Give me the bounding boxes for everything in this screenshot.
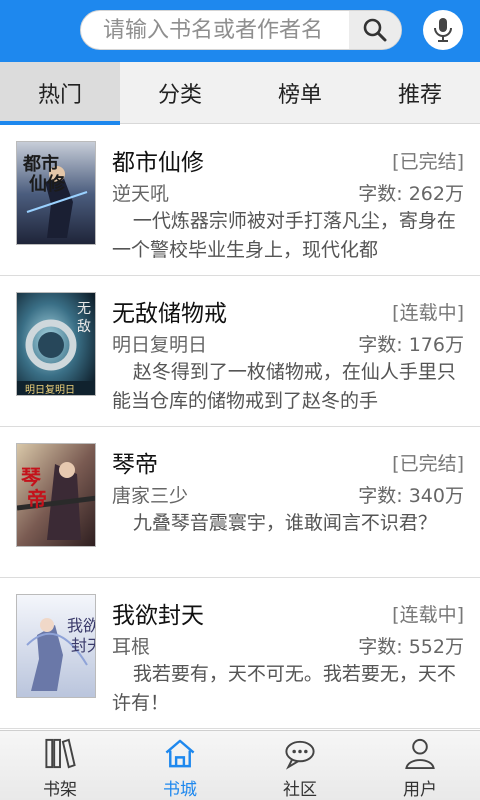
svg-text:琴: 琴 xyxy=(21,465,42,489)
book-word-count: 字数: 262万 xyxy=(358,183,464,205)
nav-user[interactable]: 用户 xyxy=(360,731,480,800)
category-tabs: 热门 分类 榜单 推荐 xyxy=(0,62,480,125)
nav-label: 社区 xyxy=(283,780,317,800)
book-list-item[interactable]: 琴 帝 琴帝 [已完结] 唐家三少 字数: 340万 九叠琴音震寰宇，谁敢闻言不… xyxy=(0,427,480,578)
svg-text:帝: 帝 xyxy=(27,487,47,511)
book-cover: 琴 帝 xyxy=(16,443,96,547)
svg-text:无: 无 xyxy=(77,301,91,317)
nav-label: 书城 xyxy=(163,780,197,800)
tab-hot[interactable]: 热门 xyxy=(0,62,120,125)
nav-label: 书架 xyxy=(43,780,77,800)
book-word-count: 字数: 552万 xyxy=(358,636,464,658)
book-cover: 都市 仙修 xyxy=(16,141,96,245)
book-title: 无敌储物戒 xyxy=(112,301,227,327)
svg-text:都市: 都市 xyxy=(22,153,59,175)
svg-text:敌: 敌 xyxy=(77,319,91,335)
nav-bookstore[interactable]: 书城 xyxy=(120,731,240,800)
book-description: 我若要有，天不可无。我若要无，天不许有！ xyxy=(112,663,456,714)
book-author: 耳根 xyxy=(112,636,151,658)
voice-search-button[interactable] xyxy=(423,10,463,50)
book-status: [连载中] xyxy=(392,604,464,626)
book-status: [已完结] xyxy=(392,151,464,173)
svg-text:封天: 封天 xyxy=(71,636,96,655)
svg-text:仙修: 仙修 xyxy=(29,173,66,195)
svg-text:我欲: 我欲 xyxy=(67,616,96,635)
book-description: 九叠琴音震寰宇，谁敢闻言不识君？ xyxy=(132,512,437,534)
nav-label: 用户 xyxy=(403,780,437,800)
search-input[interactable] xyxy=(81,11,349,49)
book-title: 都市仙修 xyxy=(112,150,204,176)
search-button[interactable] xyxy=(349,11,401,49)
bookshelf-icon xyxy=(45,738,76,769)
tab-ranking[interactable]: 榜单 xyxy=(240,62,360,124)
book-description: 赵冬得到了一枚储物戒，在仙人手里只能当仓库的储物戒到了赵冬的手 xyxy=(112,361,456,412)
home-icon xyxy=(165,739,195,768)
svg-text:明日复明日: 明日复明日 xyxy=(25,383,75,396)
user-icon xyxy=(405,738,435,770)
nav-bookshelf[interactable]: 书架 xyxy=(0,731,120,800)
book-title: 琴帝 xyxy=(112,452,158,478)
search-icon xyxy=(363,18,387,42)
book-status: [已完结] xyxy=(392,453,464,475)
book-list-item[interactable]: 我欲 封天 我欲封天 [连载中] 耳根 字数: 552万 我若要有，天不可无。我… xyxy=(0,578,480,729)
book-cover: 我欲 封天 xyxy=(16,594,96,698)
search-box xyxy=(80,10,402,50)
book-description: 一代炼器宗师被对手打落凡尘，寄身在一个警校毕业生身上，现代化都 xyxy=(112,210,456,261)
book-title: 我欲封天 xyxy=(112,603,204,629)
book-author: 明日复明日 xyxy=(112,334,208,356)
book-list-item[interactable]: 明日复明日 无 敌 无敌储物戒 [连载中] 明日复明日 字数: 176万 赵冬得… xyxy=(0,276,480,427)
nav-community[interactable]: 社区 xyxy=(240,731,360,800)
chat-bubble-icon xyxy=(285,740,315,770)
tab-recommend[interactable]: 推荐 xyxy=(360,62,480,124)
tab-category[interactable]: 分类 xyxy=(120,62,240,124)
book-cover: 明日复明日 无 敌 xyxy=(16,292,96,396)
book-list: 都市 仙修 都市仙修 [已完结] 逆天吼 字数: 262万 一代炼器宗师被对手打… xyxy=(0,125,480,730)
book-status: [连载中] xyxy=(392,302,464,324)
book-word-count: 字数: 340万 xyxy=(358,485,464,507)
book-word-count: 字数: 176万 xyxy=(358,334,464,356)
top-search-bar xyxy=(0,0,480,62)
book-author: 逆天吼 xyxy=(112,183,170,205)
book-author: 唐家三少 xyxy=(112,485,189,507)
bottom-navigation: 书架 书城 社区 用户 xyxy=(0,730,480,800)
microphone-icon xyxy=(434,18,452,42)
book-list-item[interactable]: 都市 仙修 都市仙修 [已完结] 逆天吼 字数: 262万 一代炼器宗师被对手打… xyxy=(0,125,480,276)
